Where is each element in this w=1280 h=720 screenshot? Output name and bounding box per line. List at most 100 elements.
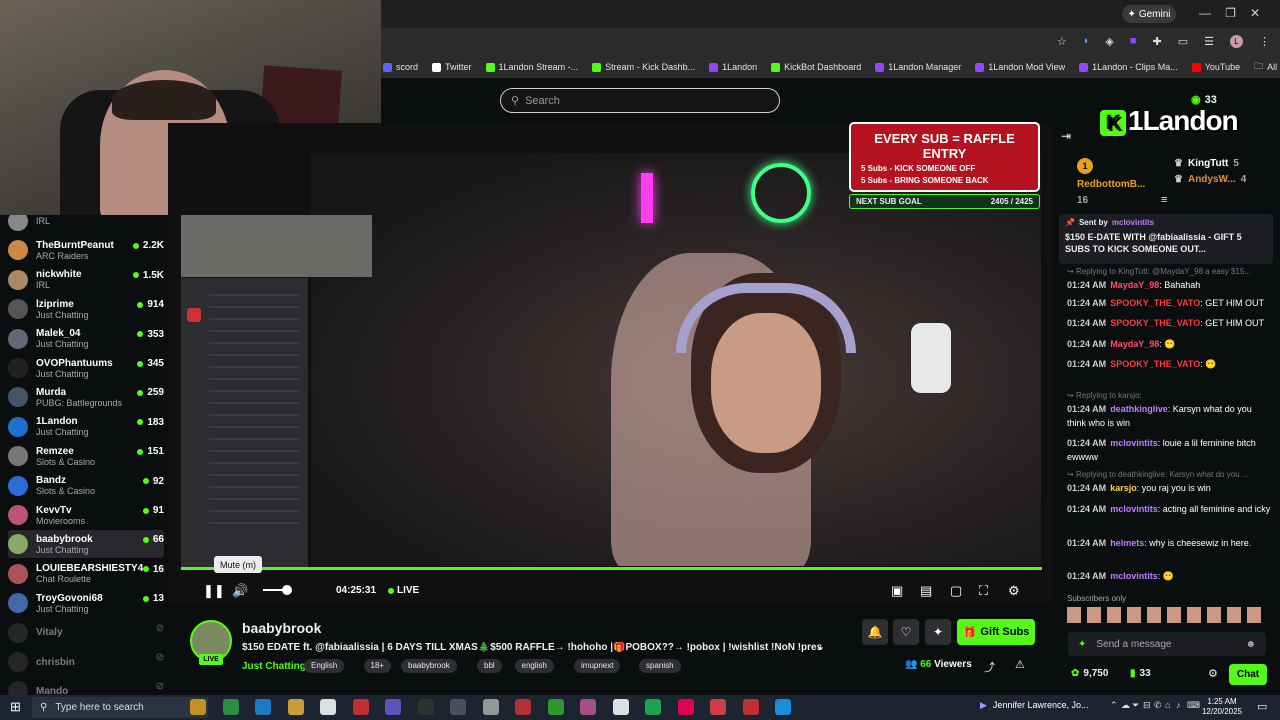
channel-points[interactable]: ✿ 9,750 bbox=[1071, 668, 1108, 679]
chat-message[interactable]: 01:24 AM mclovintits: louie a lil feminin… bbox=[1067, 436, 1273, 464]
system-tray-icon[interactable]: ⊟ bbox=[1143, 700, 1151, 711]
chat-message[interactable]: ↪ Replying to KingTutt: @MaydaY_98 a eas… bbox=[1067, 265, 1273, 279]
taskbar-app-icon[interactable] bbox=[580, 699, 596, 715]
taskbar-app-icon[interactable] bbox=[612, 699, 629, 715]
stream-tag[interactable]: 18+ bbox=[363, 659, 392, 673]
chat-username[interactable]: deathkinglive bbox=[1110, 404, 1168, 414]
chat-message[interactable]: 01:24 AM MaydaY_98: Bahahah bbox=[1067, 278, 1273, 292]
taskbar-app-icon[interactable] bbox=[190, 699, 206, 715]
notification-bell-button[interactable]: 🔔 bbox=[862, 619, 888, 645]
stream-tag[interactable]: English bbox=[304, 659, 345, 673]
sidebar-channel[interactable]: LOUIEBEARSHIESTY4 Chat Roulette 16 bbox=[8, 560, 164, 588]
playback-progress[interactable] bbox=[181, 567, 1042, 570]
tab-search-icon[interactable]: ☰ bbox=[1204, 35, 1214, 48]
chat-username[interactable]: SPOOKY_THE_VATO bbox=[1110, 359, 1200, 369]
notification-icon[interactable]: ▭ bbox=[1257, 700, 1267, 713]
report-icon[interactable]: ⚠ bbox=[1015, 658, 1025, 671]
pinned-message[interactable]: 📌 Sent by mclovintits $150 E-DATE WITH @… bbox=[1059, 214, 1273, 264]
bookmark-item[interactable]: 1Landon bbox=[709, 62, 757, 72]
volume-slider-handle[interactable] bbox=[282, 585, 292, 595]
chat-username[interactable]: helmets bbox=[1110, 538, 1144, 548]
chat-username[interactable]: karsjo bbox=[1110, 483, 1137, 493]
system-tray-icon[interactable]: ⌨ bbox=[1187, 700, 1200, 711]
pip-icon[interactable]: ▢ bbox=[950, 583, 962, 599]
chat-message[interactable]: 01:24 AM SPOOKY_THE_VATO: 😶 bbox=[1067, 357, 1273, 371]
sidebar-channel[interactable]: Vitaly ⊘ bbox=[8, 619, 164, 647]
taskbar-app-icon[interactable] bbox=[287, 699, 304, 715]
bookmark-item[interactable]: scord bbox=[383, 62, 418, 72]
chat-input[interactable]: ✦ Send a message ☻ bbox=[1068, 632, 1266, 656]
close-icon[interactable]: ✕ bbox=[1250, 6, 1260, 20]
restore-icon[interactable]: ❐ bbox=[1225, 6, 1236, 20]
chat-message[interactable]: ↪ Replying to karsjo: bbox=[1067, 389, 1273, 403]
chat-username[interactable]: MaydaY_98 bbox=[1110, 280, 1159, 290]
sidebar-channel[interactable]: Malek_04 Just Chatting 353 bbox=[8, 325, 164, 353]
chat-username[interactable]: mclovintits bbox=[1110, 504, 1158, 514]
taskbar-app-icon[interactable] bbox=[255, 699, 271, 715]
gift-subs-button[interactable]: 🎁 Gift Subs bbox=[957, 619, 1035, 645]
sidebar-channel[interactable]: chrisbin ⊘ bbox=[8, 648, 164, 676]
chat-username[interactable]: SPOOKY_THE_VATO bbox=[1110, 318, 1200, 328]
puzzle-icon[interactable]: ✚ bbox=[1153, 35, 1162, 48]
bookmark-item[interactable]: Stream - Kick Dashb... bbox=[592, 62, 695, 72]
emoji-icon[interactable]: ☻ bbox=[1245, 639, 1256, 650]
emote-row[interactable] bbox=[1067, 607, 1267, 623]
theater-mode-icon[interactable]: ▤ bbox=[920, 583, 932, 599]
taskbar-app-icon[interactable] bbox=[677, 699, 694, 715]
chat-settings-icon[interactable]: ⚙ bbox=[1208, 667, 1218, 680]
sidebar-channel[interactable]: IRL bbox=[8, 215, 164, 235]
menu-icon[interactable]: ≡ bbox=[1161, 194, 1167, 206]
chat-message[interactable]: 01:24 AM SPOOKY_THE_VATO: GET HIM OUT bbox=[1067, 296, 1273, 310]
stream-tag[interactable]: spanish bbox=[639, 659, 681, 673]
system-tray-icon[interactable]: ⌂ bbox=[1165, 700, 1170, 710]
system-tray-icon[interactable]: ⌃ bbox=[1110, 700, 1118, 711]
sidebar-channel[interactable]: KevvTv Movierooms 91 bbox=[8, 501, 164, 529]
follow-button[interactable]: ♡ bbox=[893, 619, 919, 645]
minimize-icon[interactable]: — bbox=[1199, 6, 1211, 20]
chat-message[interactable]: 01:24 AM mclovintits: acting all feminine… bbox=[1067, 502, 1273, 516]
chat-message[interactable]: ↪ Replying to deathkinglive: Karsyn what… bbox=[1067, 468, 1273, 482]
taskbar-app-icon[interactable] bbox=[222, 699, 239, 715]
search-input[interactable]: ⚲ Search bbox=[500, 88, 780, 113]
sidebar-channel[interactable]: Remzee Slots & Casino 151 bbox=[8, 442, 164, 470]
bookmark-item[interactable]: 1Landon Mod View bbox=[975, 62, 1065, 72]
cast-icon[interactable]: ▭ bbox=[1178, 35, 1188, 48]
gemini-button[interactable]: ✦ Gemini bbox=[1122, 5, 1176, 23]
extension-icon[interactable]: ◗ bbox=[1083, 35, 1090, 48]
leaderboard-entry[interactable]: ♛ KingTutt 5 bbox=[1174, 158, 1239, 169]
channel-name[interactable]: baabybrook bbox=[242, 620, 321, 636]
chat-username[interactable]: mclovintits bbox=[1110, 571, 1158, 581]
sidebar-channel[interactable]: OVOPhantuums Just Chatting 345 bbox=[8, 354, 164, 382]
taskbar-clock[interactable]: 1:25 AM 12/20/2025 bbox=[1196, 697, 1248, 717]
sidebar-channel[interactable]: TroyGovoni68 Just Chatting 13 bbox=[8, 589, 164, 617]
taskbar-app-icon[interactable] bbox=[450, 699, 466, 715]
leaderboard-entry[interactable]: ♛ AndysW... 4 bbox=[1174, 174, 1246, 185]
chat-username[interactable]: MaydaY_98 bbox=[1110, 339, 1159, 349]
chat-message[interactable]: 01:24 AM mclovintits: 😶 bbox=[1067, 569, 1273, 583]
chat-username[interactable]: mclovintits bbox=[1110, 438, 1158, 448]
sidebar-channel[interactable]: Bandz Slots & Casino 92 bbox=[8, 472, 164, 500]
windows-start-icon[interactable]: ⊞ bbox=[10, 699, 21, 715]
taskbar-app-icon[interactable] bbox=[645, 699, 661, 715]
sidebar-channel[interactable]: 1Landon Just Chatting 183 bbox=[8, 413, 164, 441]
stream-tag[interactable]: imupnext bbox=[574, 659, 621, 673]
stream-tag[interactable]: baabybrook bbox=[401, 659, 457, 673]
twitch-extension-icon[interactable]: ■ bbox=[1130, 35, 1137, 48]
pause-icon[interactable]: ❚❚ bbox=[203, 583, 225, 599]
chat-message[interactable]: 01:24 AM SPOOKY_THE_VATO: GET HIM OUT bbox=[1067, 316, 1273, 330]
bookmark-item[interactable]: KickBot Dashboard bbox=[771, 62, 861, 72]
bookmark-item[interactable]: 1Landon Stream -... bbox=[485, 62, 578, 72]
system-tray-icon[interactable]: ☁ bbox=[1121, 700, 1130, 711]
taskbar-search[interactable]: ⚲ Type here to search bbox=[32, 697, 208, 718]
address-bar[interactable]: ☆ ◗ ◈ ■ ✚ ▭ ☰ L ⋮ bbox=[381, 28, 1280, 56]
taskbar-app-icon[interactable] bbox=[385, 699, 401, 715]
menu-icon[interactable]: ⋮ bbox=[1259, 35, 1270, 48]
sidebar-channel[interactable]: Mando ⊘ bbox=[8, 677, 164, 695]
chat-message[interactable]: 01:24 AM helmets: why is cheesewiz in her… bbox=[1067, 536, 1273, 550]
chat-message[interactable]: 01:24 AM MaydaY_98: 😶 bbox=[1067, 337, 1273, 351]
stream-video[interactable] bbox=[311, 153, 1041, 566]
taskbar-app-icon[interactable] bbox=[775, 699, 791, 715]
chat-send-button[interactable]: Chat bbox=[1229, 664, 1267, 685]
taskbar-app-icon[interactable] bbox=[547, 699, 564, 715]
sidebar-channel[interactable]: nickwhite IRL 1.5K bbox=[8, 266, 164, 294]
